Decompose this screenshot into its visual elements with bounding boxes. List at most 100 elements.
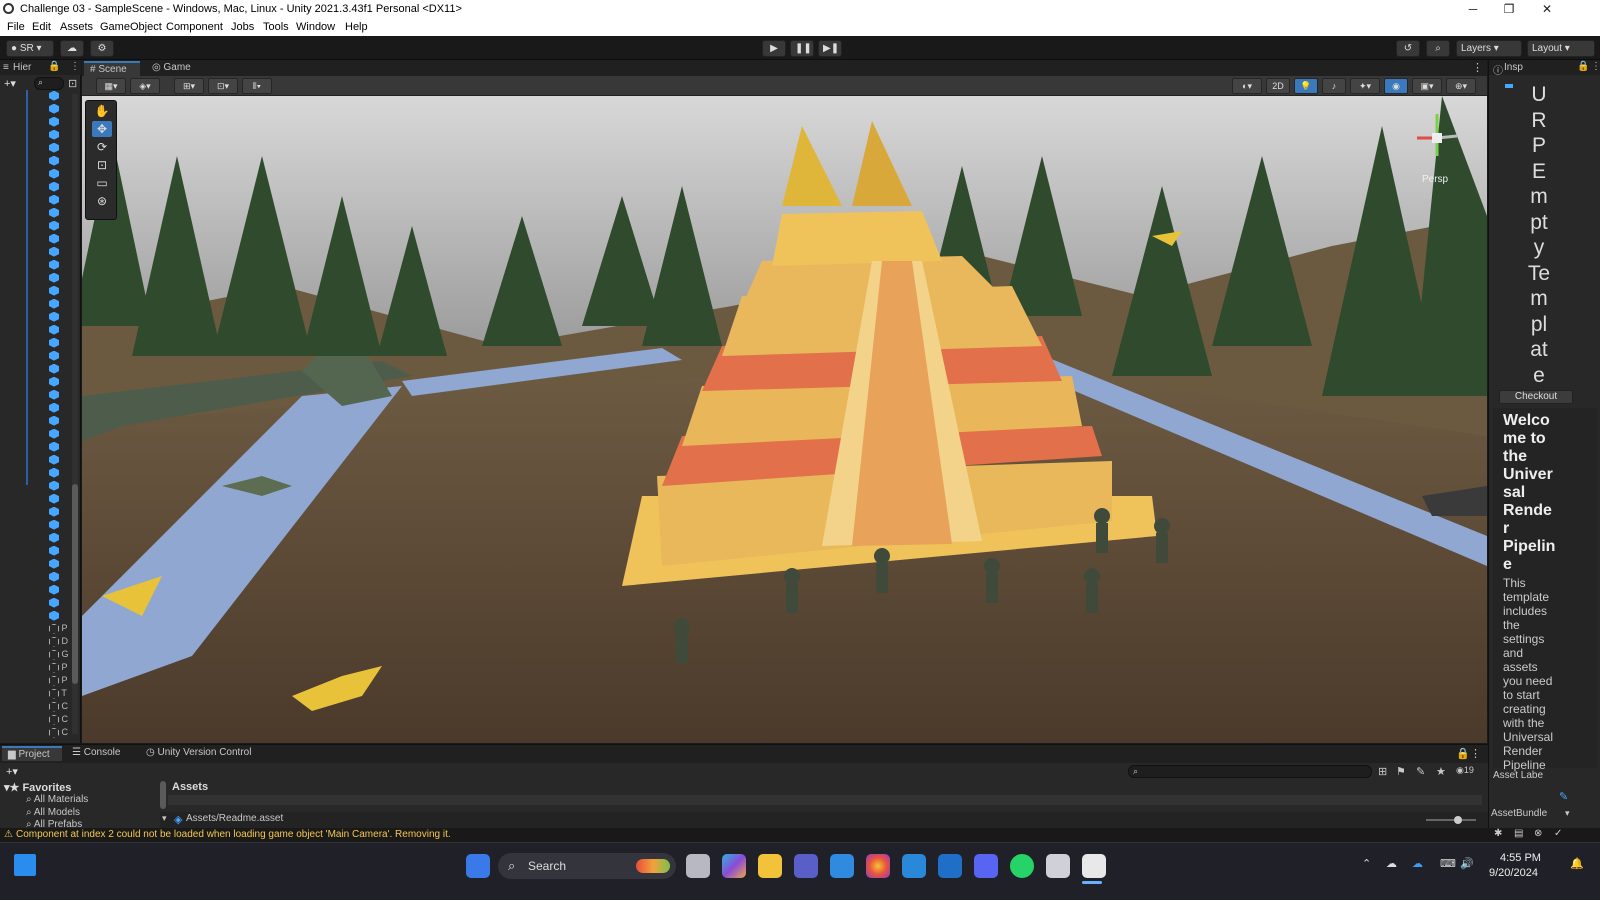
cloud-icon[interactable]: ☁ [60, 40, 84, 57]
progress-icon[interactable]: ▤ [1514, 828, 1523, 839]
tray-overflow-icon[interactable]: ⌃ [1362, 857, 1371, 870]
gizmo-snap-dropdown[interactable]: ⊞▾ [174, 78, 204, 94]
cache-icon[interactable]: ⊗ [1534, 828, 1542, 839]
volume-icon[interactable]: 🔊 [1460, 857, 1474, 870]
hierarchy-item[interactable] [49, 389, 79, 401]
hierarchy-item[interactable]: P [49, 623, 79, 635]
search-icon[interactable]: ⌕ [1426, 40, 1450, 57]
tab-version-control[interactable]: ◷ Unity Version Control [140, 746, 270, 761]
hierarchy-item[interactable] [49, 129, 79, 141]
hierarchy-item[interactable]: P [49, 675, 79, 687]
persp-label[interactable]: Persp [1422, 174, 1448, 185]
debug-icon[interactable]: ✱ [1494, 828, 1502, 839]
hierarchy-item[interactable] [49, 402, 79, 414]
onedrive-icon[interactable]: ☁ [1386, 857, 1397, 870]
hierarchy-item[interactable] [49, 532, 79, 544]
hierarchy-item[interactable] [49, 493, 79, 505]
hierarchy-item[interactable] [49, 116, 79, 128]
transform-tool-icon[interactable]: ⊛ [92, 193, 112, 209]
hierarchy-item[interactable] [49, 155, 79, 167]
scene-render[interactable] [82, 96, 1487, 743]
hierarchy-item[interactable] [49, 142, 79, 154]
scene-more-icon[interactable]: ⋮ [1472, 61, 1483, 74]
hierarchy-item[interactable] [49, 324, 79, 336]
menu-edit[interactable]: Edit [32, 21, 51, 33]
step-button[interactable]: ▶❚ [818, 40, 842, 57]
audio-toggle-icon[interactable]: ♪ [1322, 78, 1346, 94]
project-search-input[interactable]: ⌕ [1128, 765, 1372, 778]
hierarchy-item[interactable] [49, 337, 79, 349]
hierarchy-item[interactable] [49, 506, 79, 518]
zoom-slider[interactable] [1426, 816, 1476, 824]
move-tool-icon[interactable]: ✥ [92, 121, 112, 137]
tab-console[interactable]: ☰ Console [66, 746, 134, 761]
visibility-toggle-icon[interactable]: ◉ [1384, 78, 1408, 94]
hierarchy-item[interactable] [49, 441, 79, 453]
hierarchy-item[interactable] [49, 181, 79, 193]
scale-tool-icon[interactable]: ⊡ [92, 157, 112, 173]
effects-dropdown[interactable]: ✦▾ [1350, 78, 1380, 94]
grid-snap-dropdown[interactable]: ⊡▾ [208, 78, 238, 94]
hierarchy-item[interactable] [49, 298, 79, 310]
draw-mode-dropdown[interactable]: ▦▾ [96, 78, 126, 94]
hierarchy-item[interactable] [49, 363, 79, 375]
outlook-icon[interactable] [938, 854, 962, 878]
zoom-slider-thumb[interactable] [1454, 816, 1462, 824]
favorite-all-models[interactable]: ⌕ All Models [26, 807, 80, 818]
favorites-header[interactable]: ▾★ Favorites [4, 781, 71, 794]
shading-dropdown[interactable]: ◐▾ [1232, 78, 1262, 94]
scene-viewport[interactable]: ✋ ✥ ⟳ ⊡ ▭ ⊛ Persp [82, 96, 1487, 743]
notifications-icon[interactable]: 🔔 [1570, 857, 1584, 870]
hierarchy-item[interactable] [49, 350, 79, 362]
assets-grid[interactable] [168, 795, 1482, 805]
menu-tools[interactable]: Tools [263, 21, 289, 33]
rect-tool-icon[interactable]: ▭ [92, 175, 112, 191]
status-message[interactable]: Component at index 2 could not be loaded… [16, 829, 451, 840]
hierarchy-item[interactable] [49, 246, 79, 258]
hierarchy-item[interactable]: D [49, 636, 79, 648]
layout-dropdown[interactable]: Layout ▾ [1527, 40, 1595, 57]
hierarchy-item[interactable]: G [49, 649, 79, 661]
hierarchy-item[interactable] [49, 428, 79, 440]
more-icon[interactable]: ⋮ [70, 61, 80, 72]
hierarchy-item[interactable]: C [49, 701, 79, 713]
checkout-button[interactable]: Checkout [1499, 390, 1573, 404]
asset-bundle-dropdown[interactable]: ▾ [1565, 808, 1570, 819]
tab-scene[interactable]: # Scene [84, 61, 140, 76]
tab-game[interactable]: ◎ Game [146, 61, 202, 76]
file-explorer-icon[interactable] [758, 854, 782, 878]
hierarchy-item[interactable] [49, 285, 79, 297]
clock-time[interactable]: 4:55 PM [1500, 852, 1541, 864]
hierarchy-item[interactable] [49, 571, 79, 583]
unity-hub-icon[interactable] [1046, 854, 1070, 878]
hidden-count[interactable]: ◉19 [1456, 765, 1474, 776]
onedrive-business-icon[interactable]: ☁ [1412, 857, 1423, 870]
asset-bundle-label[interactable]: AssetBundle [1491, 808, 1563, 819]
hand-tool-icon[interactable]: ✋ [92, 103, 112, 119]
whatsapp-icon[interactable] [1010, 854, 1034, 878]
menu-file[interactable]: File [7, 21, 25, 33]
hierarchy-item[interactable]: T [49, 688, 79, 700]
clock-date[interactable]: 9/20/2024 [1489, 867, 1538, 879]
rotate-tool-icon[interactable]: ⟳ [92, 139, 112, 155]
task-view-icon[interactable] [686, 854, 710, 878]
favorite-all-materials[interactable]: ⌕ All Materials [26, 794, 88, 805]
bottom-lock-icon[interactable]: 🔒 [1456, 747, 1470, 760]
hierarchy-item[interactable] [49, 103, 79, 115]
hierarchy-item[interactable] [49, 376, 79, 388]
hierarchy-item[interactable] [49, 90, 79, 102]
start-menu-icon[interactable] [14, 854, 36, 876]
account-button[interactable]: ● SR ▾ [6, 40, 54, 57]
hierarchy-item[interactable] [49, 272, 79, 284]
hierarchy-item[interactable] [49, 558, 79, 570]
hierarchy-item[interactable] [49, 220, 79, 232]
hierarchy-item[interactable] [49, 207, 79, 219]
favorite-star-icon[interactable]: ★ [1436, 765, 1446, 778]
taskbar-search-box[interactable]: ⌕ Search [498, 853, 676, 879]
hierarchy-item[interactable] [49, 454, 79, 466]
hierarchy-item[interactable]: C [49, 714, 79, 726]
hierarchy-item[interactable] [49, 480, 79, 492]
hierarchy-item[interactable] [49, 311, 79, 323]
inspector-more-icon[interactable]: ⋮ [1591, 61, 1600, 72]
hierarchy-item[interactable] [49, 584, 79, 596]
